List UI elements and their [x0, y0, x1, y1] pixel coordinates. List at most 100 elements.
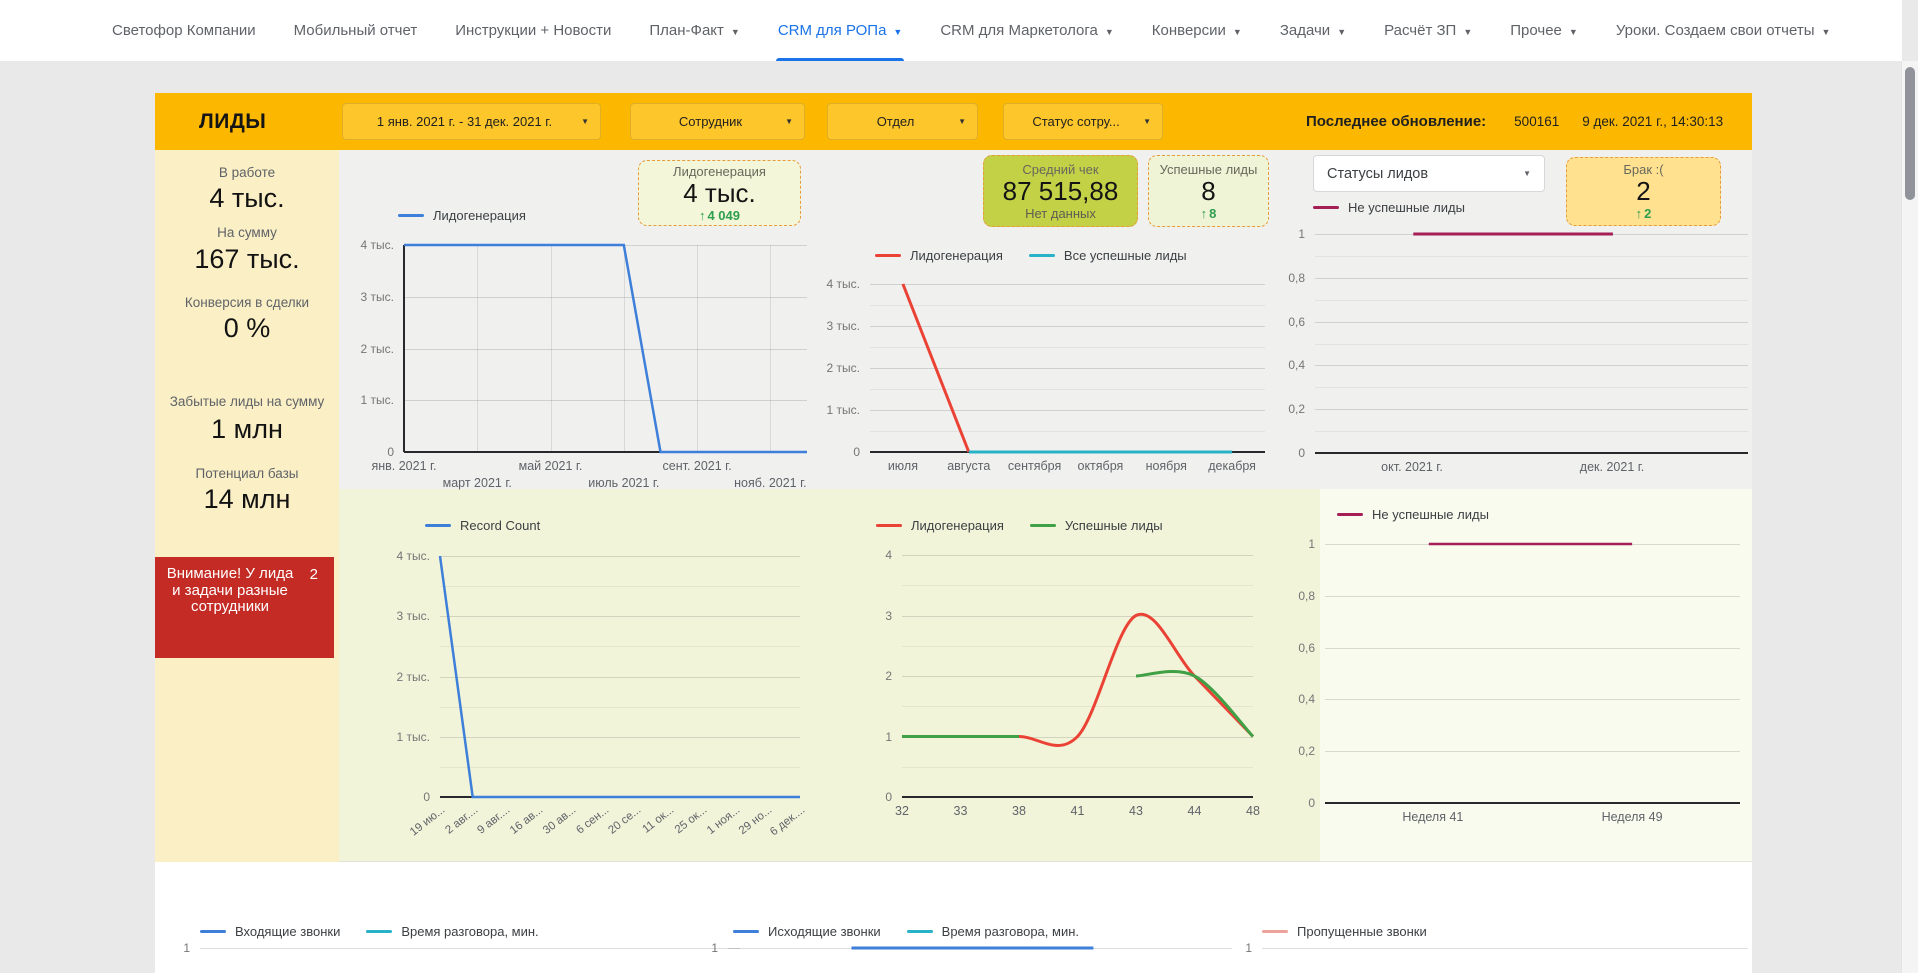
last-update: Последнее обновление: 500161 9 дек. 2021… [1306, 93, 1723, 150]
nav-item-crm-marketer[interactable]: CRM для Маркетолога▼ [940, 0, 1113, 61]
nav-item-plan-fact[interactable]: План-Факт▼ [649, 0, 739, 61]
x-tick-label: сент. 2021 г. [663, 459, 732, 473]
y-tick-label: 0 [1245, 446, 1305, 460]
legend-item: Record Count [425, 518, 540, 533]
legend-label: Входящие звонки [235, 924, 340, 939]
legend-label: Все успешные лиды [1064, 248, 1187, 263]
x-tick-label: май 2021 г. [519, 459, 583, 473]
y-tick-label: 0,8 [1255, 589, 1315, 603]
y-tick-label: 0 [370, 790, 430, 804]
x-axis-line [440, 796, 800, 798]
legend-swatch [1337, 513, 1363, 516]
chevron-down-icon: ▼ [1337, 27, 1346, 37]
legend-swatch [398, 214, 424, 217]
gridline-minor [1315, 344, 1748, 345]
scrollbar-thumb[interactable] [1905, 67, 1915, 200]
gridline [404, 297, 807, 298]
chevron-down-icon: ▼ [1143, 117, 1151, 126]
gridline-minor [1315, 387, 1748, 388]
legend-swatch [875, 254, 901, 257]
legend-outgoing-calls: Исходящие звонки Время разговора, мин. [733, 924, 1079, 939]
scorecard-value: 87 515,88 [1003, 177, 1119, 206]
gridline [902, 676, 1253, 677]
kpi-label: Конверсия в сделки [155, 295, 339, 310]
nav-item-label: Прочее [1510, 22, 1562, 39]
nav-item-label: Светофор Компании [112, 22, 256, 39]
legend-swatch [733, 930, 759, 933]
legend-swatch [1262, 930, 1288, 933]
nav-item-conversions[interactable]: Конверсии▼ [1152, 0, 1242, 61]
page-title: ЛИДЫ [199, 93, 266, 150]
y-axis-line [403, 245, 405, 452]
kpi-label: В работе [155, 165, 339, 180]
chevron-down-icon: ▼ [958, 117, 966, 126]
y-tick-label: 0 [1255, 796, 1315, 810]
legend-label: Лидогенерация [910, 248, 1003, 263]
legend-label: Исходящие звонки [768, 924, 881, 939]
gridline [1325, 648, 1740, 649]
y-tick-label: 4 тыс. [370, 549, 430, 563]
nav-item-mobile-report[interactable]: Мобильный отчет [294, 0, 418, 61]
chevron-down-icon: ▼ [1463, 27, 1472, 37]
y-tick-label: 2 тыс. [800, 361, 860, 375]
dashboard-page: Светофор Компании Мобильный отчет Инструкц… [0, 0, 1918, 973]
chart-outgoing-calls: 1 [728, 948, 1232, 962]
series-line [1136, 672, 1253, 737]
scorecard-leadgen: Лидогенерация 4 тыс. ↑4 049 [638, 160, 801, 226]
legend-label: Пропущенные звонки [1297, 924, 1427, 939]
employee-filter[interactable]: Сотрудник ▼ [630, 103, 805, 140]
employee-status-filter[interactable]: Статус сотру... ▼ [1003, 103, 1163, 140]
scorecard-delta: ↑4 049 [699, 208, 740, 223]
x-tick-label: октября [1077, 459, 1123, 473]
gridline [440, 556, 800, 557]
gridline [728, 948, 1232, 949]
scorecard-value: 4 тыс. [683, 179, 756, 208]
department-filter-label: Отдел [877, 114, 915, 129]
legend-item: Время разговора, мин. [907, 924, 1079, 939]
nav-item-other[interactable]: Прочее▼ [1510, 0, 1578, 61]
nav-item-salary-calc[interactable]: Расчёт ЗП▼ [1384, 0, 1472, 61]
nav-item-tasks[interactable]: Задачи▼ [1280, 0, 1346, 61]
gridline-minor [440, 646, 800, 647]
y-tick-label: 2 тыс. [370, 670, 430, 684]
scorecard-label: Средний чек [1022, 162, 1098, 177]
legend-label: Не успешные лиды [1372, 507, 1489, 522]
gridline [902, 555, 1253, 556]
gridline [1325, 699, 1740, 700]
legend-label: Не успешные лиды [1348, 200, 1465, 215]
chevron-down-icon: ▼ [1105, 27, 1114, 37]
last-update-time: 9 дек. 2021 г., 14:30:13 [1582, 114, 1723, 129]
legend-label: Успешные лиды [1065, 518, 1163, 533]
nav-item-label: Мобильный отчет [294, 22, 418, 39]
gridline-vertical [624, 245, 625, 452]
scorecard-label: Брак :( [1623, 162, 1663, 177]
nav-item-lessons[interactable]: Уроки. Создаем свои отчеты▼ [1616, 0, 1831, 61]
legend-swatch [366, 930, 392, 933]
chart-series-canvas [1325, 544, 1740, 803]
y-tick-label: 0 [800, 445, 860, 459]
y-tick-label: 0 [334, 445, 394, 459]
scorecard-delta: ↑2 [1636, 206, 1652, 221]
warning-banner: Внимание! У лида и задачи разные сотрудн… [155, 557, 334, 658]
department-filter[interactable]: Отдел ▼ [827, 103, 978, 140]
kpi-label: Забытые лиды на сумму [155, 394, 339, 409]
chart-lead-statuses: 10,80,60,40,20окт. 2021 г.дек. 2021 г. [1315, 234, 1748, 453]
legend-swatch [1313, 206, 1339, 209]
chart-leadgen-success-weeks: 4321032333841434448 [902, 555, 1253, 797]
legend-item: Не успешные лиды [1313, 200, 1465, 215]
y-tick-label: 3 тыс. [370, 609, 430, 623]
top-nav: Светофор Компании Мобильный отчет Инструкц… [0, 0, 1902, 61]
legend-swatch [200, 930, 226, 933]
nav-item-crm-rop[interactable]: CRM для РОПа▼ [778, 0, 903, 61]
date-range-filter[interactable]: 1 янв. 2021 г. - 31 дек. 2021 г. ▼ [342, 103, 601, 140]
kpi-label: На сумму [155, 225, 339, 240]
warning-count: 2 [310, 566, 318, 583]
nav-item-company-traffic-light[interactable]: Светофор Компании [112, 0, 256, 61]
y-tick-label: 0,8 [1245, 271, 1305, 285]
nav-item-instructions-news[interactable]: Инструкции + Новости [455, 0, 611, 61]
lead-status-select[interactable]: Статусы лидов ▼ [1313, 155, 1545, 192]
nav-item-label: Конверсии [1152, 22, 1226, 39]
x-tick-label: 41 [1071, 804, 1085, 818]
scorecard-success-leads: Успешные лиды 8 ↑8 [1148, 155, 1269, 227]
y-tick-label: 3 тыс. [800, 319, 860, 333]
